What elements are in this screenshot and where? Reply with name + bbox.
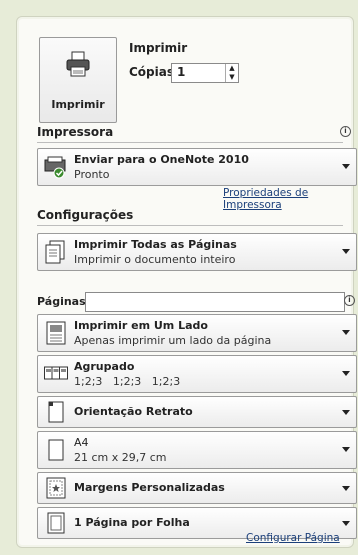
paper-size-subtitle: 21 cm x 29,7 cm: [74, 451, 167, 464]
chevron-down-icon: [342, 486, 350, 491]
printer-icon: [66, 51, 90, 77]
divider: [37, 225, 343, 226]
printer-section-title: Impressora: [37, 125, 114, 139]
printer-status: Pronto: [74, 168, 110, 181]
paper-size-title: A4: [74, 436, 89, 449]
printer-name: Enviar para o OneNote 2010: [74, 153, 249, 166]
print-button-label: Imprimir: [51, 98, 105, 111]
printer-properties-link[interactable]: Propriedades de Impressora: [223, 187, 353, 211]
collate-title: Agrupado: [74, 360, 135, 373]
info-icon[interactable]: i: [340, 126, 351, 137]
print-button[interactable]: Imprimir: [39, 37, 117, 123]
portrait-icon: [48, 401, 64, 423]
chevron-down-icon: [342, 330, 350, 335]
orientation-title: Orientação Retrato: [74, 405, 193, 418]
copies-stepper[interactable]: 1 ▲ ▼: [171, 63, 239, 83]
sides-subtitle: Apenas imprimir um lado da página: [74, 334, 272, 347]
orientation-dropdown[interactable]: Orientação Retrato: [37, 396, 357, 428]
chevron-down-icon: [342, 164, 350, 169]
pages-per-sheet-icon: [47, 512, 65, 534]
print-range-dropdown[interactable]: Imprimir Todas as Páginas Imprimir o doc…: [37, 233, 357, 271]
printer-dropdown[interactable]: Enviar para o OneNote 2010 Pronto: [37, 148, 357, 186]
copies-spin-buttons[interactable]: ▲ ▼: [225, 64, 238, 82]
divider: [37, 142, 343, 143]
chevron-down-icon: [342, 521, 350, 526]
pages-label: Páginas:: [37, 295, 91, 308]
print-title: Imprimir: [129, 41, 188, 55]
sides-title: Imprimir em Um Lado: [74, 319, 208, 332]
settings-section-title: Configurações: [37, 208, 134, 222]
one-sided-icon: [46, 321, 66, 345]
info-icon[interactable]: i: [344, 295, 355, 306]
chevron-down-icon: [342, 371, 350, 376]
custom-margins-icon: [46, 477, 66, 499]
printer-status-icon: [44, 156, 66, 179]
collate-subtitle: 1;2;3 1;2;3 1;2;3: [74, 375, 181, 388]
collated-icon: [44, 366, 68, 380]
print-range-subtitle: Imprimir o documento inteiro: [74, 253, 236, 266]
page-setup-link[interactable]: Configurar Página: [246, 532, 340, 544]
copies-value: 1: [177, 65, 186, 79]
margins-title: Margens Personalizadas: [74, 481, 225, 494]
chevron-down-icon: [342, 249, 350, 254]
sides-dropdown[interactable]: Imprimir em Um Lado Apenas imprimir um l…: [37, 314, 357, 352]
pages-input[interactable]: [85, 292, 345, 312]
pages-per-sheet-title: 1 Página por Folha: [74, 516, 190, 529]
paper-size-icon: [48, 439, 64, 461]
chevron-down-icon: [342, 447, 350, 452]
margins-dropdown[interactable]: Margens Personalizadas: [37, 472, 357, 504]
print-range-title: Imprimir Todas as Páginas: [74, 238, 237, 251]
paper-size-dropdown[interactable]: A4 21 cm x 29,7 cm: [37, 431, 357, 469]
print-panel: Imprimir Imprimir Cópias: 1 ▲ ▼ Impressor…: [16, 16, 357, 548]
all-pages-icon: [45, 240, 65, 264]
chevron-down-icon: [342, 410, 350, 415]
collate-dropdown[interactable]: Agrupado 1;2;3 1;2;3 1;2;3: [37, 355, 357, 393]
